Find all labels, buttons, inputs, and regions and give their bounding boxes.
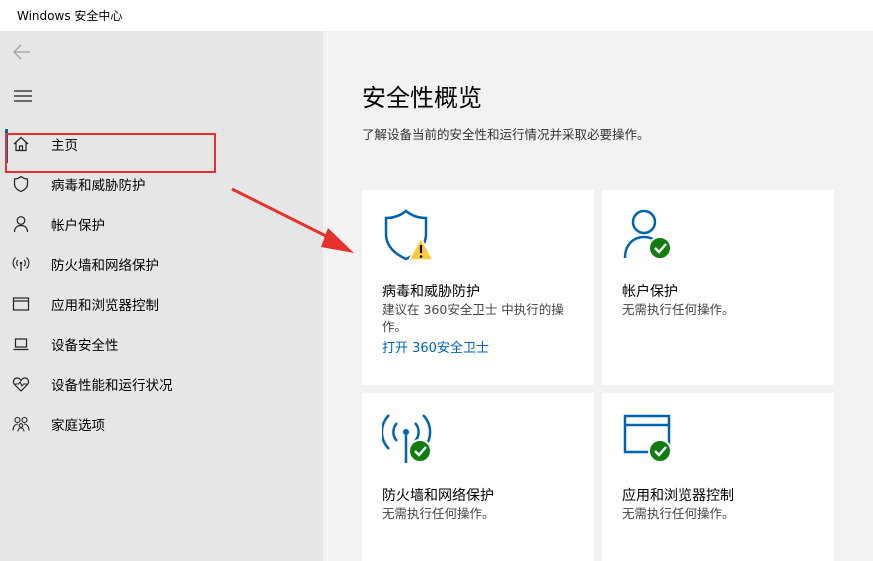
shield-warning-icon bbox=[382, 208, 442, 268]
nav-item-label: 应用和浏览器控制 bbox=[51, 298, 159, 314]
card-description: 无需执行任何操作。 bbox=[622, 302, 735, 317]
browser-check-icon bbox=[622, 411, 682, 471]
hamburger-icon bbox=[14, 90, 32, 102]
card-description: 建议在 360安全卫士 中执行的操作。 bbox=[382, 302, 564, 334]
back-arrow-icon bbox=[13, 44, 30, 60]
window-title: Windows 安全中心 bbox=[17, 9, 123, 23]
card-virus-protection[interactable]: 病毒和威胁防护 建议在 360安全卫士 中执行的操作。 打开 360安全卫士 bbox=[362, 190, 594, 385]
card-title: 防火墙和网络保护 bbox=[382, 488, 494, 504]
sidebar: 主页 病毒和威胁防护 帐户保护 防火墙和网络保护 应用和浏览器控制 设备安全性 bbox=[0, 31, 323, 561]
nav-item-device-performance[interactable]: 设备性能和运行状况 bbox=[12, 370, 302, 398]
page-title: 安全性概览 bbox=[362, 84, 482, 112]
page-subtitle: 了解设备当前的安全性和运行情况并采取必要操作。 bbox=[362, 127, 650, 142]
card-title: 应用和浏览器控制 bbox=[622, 488, 734, 504]
card-account-protection[interactable]: 帐户保护 无需执行任何操作。 bbox=[602, 190, 834, 385]
back-button[interactable] bbox=[10, 41, 36, 63]
nav-item-label: 设备安全性 bbox=[51, 338, 119, 354]
card-app-browser[interactable]: 应用和浏览器控制 无需执行任何操作。 bbox=[602, 393, 834, 561]
title-bar: Windows 安全中心 bbox=[0, 0, 873, 32]
card-title: 帐户保护 bbox=[622, 284, 678, 300]
nav-item-label: 病毒和威胁防护 bbox=[51, 178, 146, 194]
open-360-link[interactable]: 打开 360安全卫士 bbox=[382, 337, 489, 356]
shield-icon bbox=[12, 175, 30, 193]
wireless-icon bbox=[12, 255, 30, 273]
nav-item-app-browser[interactable]: 应用和浏览器控制 bbox=[12, 290, 302, 318]
person-icon bbox=[12, 215, 30, 233]
card-firewall[interactable]: 防火墙和网络保护 无需执行任何操作。 bbox=[362, 393, 594, 561]
card-description: 无需执行任何操作。 bbox=[622, 506, 735, 521]
menu-button[interactable] bbox=[12, 85, 34, 107]
family-icon bbox=[12, 415, 30, 433]
nav-item-device-security[interactable]: 设备安全性 bbox=[12, 330, 302, 358]
heart-icon bbox=[12, 375, 30, 393]
wireless-check-icon bbox=[380, 411, 442, 471]
laptop-icon bbox=[12, 335, 30, 353]
nav-item-family-options[interactable]: 家庭选项 bbox=[12, 410, 302, 438]
browser-window-icon bbox=[12, 295, 30, 313]
person-check-icon bbox=[622, 208, 682, 268]
nav-item-label: 防火墙和网络保护 bbox=[51, 258, 159, 274]
annotation-arrow bbox=[231, 187, 354, 253]
main-content: 安全性概览 了解设备当前的安全性和运行情况并采取必要操作。 病毒和威胁防护 建议… bbox=[323, 31, 873, 561]
nav-item-label: 设备性能和运行状况 bbox=[51, 378, 173, 394]
card-description: 无需执行任何操作。 bbox=[382, 506, 495, 521]
card-title: 病毒和威胁防护 bbox=[382, 284, 480, 300]
annotation-highlight-box bbox=[5, 133, 216, 173]
nav-item-label: 家庭选项 bbox=[51, 418, 105, 434]
nav-item-label: 帐户保护 bbox=[51, 218, 105, 234]
